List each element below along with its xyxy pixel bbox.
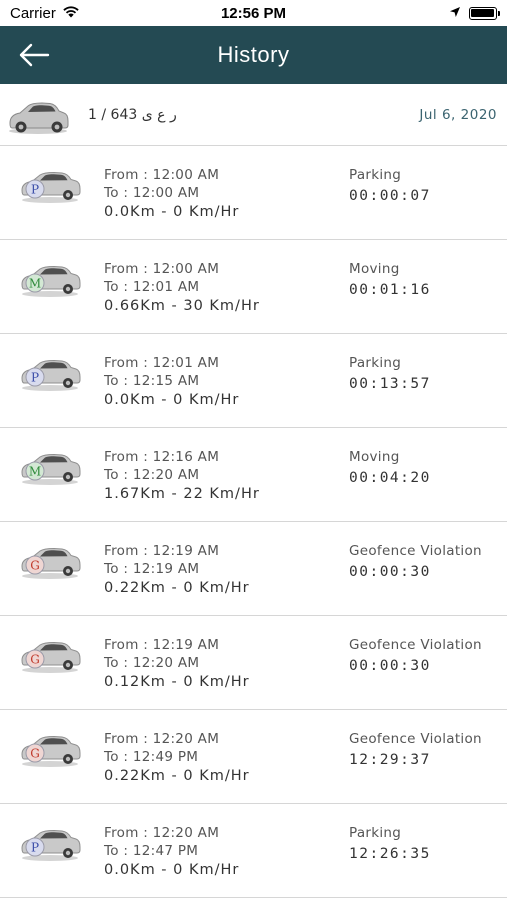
- status-bar: Carrier 12:56 PM: [0, 0, 507, 26]
- status-badge-letter: G: [30, 747, 40, 761]
- to-time: To : 12:20 AM: [104, 467, 200, 483]
- status-label: Moving: [349, 449, 400, 465]
- car-status-icon: G: [16, 728, 82, 772]
- status-label: Parking: [349, 825, 402, 841]
- from-time: From : 12:16 AM: [104, 449, 220, 465]
- status-label: Parking: [349, 355, 402, 371]
- distance-speed: 0.0Km - 0 Km/Hr: [104, 204, 240, 220]
- status-label: Geofence Violation: [349, 637, 482, 653]
- from-time: From : 12:20 AM: [104, 825, 220, 841]
- history-list: P From : 12:00 AM To : 12:00 AM 0.0Km - …: [0, 146, 507, 898]
- car-status-icon: P: [16, 352, 82, 396]
- status-column: Parking 12:26:35: [349, 824, 431, 866]
- vehicle-header: ر ع ى 643 / 1 Jul 6, 2020: [0, 84, 507, 146]
- car-status-icon: M: [16, 446, 82, 490]
- duration: 00:04:20: [349, 470, 431, 486]
- time-range: From : 12:20 AM To : 12:47 PM 0.0Km - 0 …: [104, 824, 239, 880]
- time-range: From : 12:19 AM To : 12:20 AM 0.12Km - 0…: [104, 636, 250, 692]
- status-badge-letter: M: [29, 465, 41, 479]
- status-column: Moving 00:04:20: [349, 448, 431, 490]
- status-column: Parking 00:13:57: [349, 354, 431, 396]
- status-badge-letter: P: [31, 183, 39, 197]
- status-badge-letter: P: [31, 371, 39, 385]
- distance-speed: 0.66Km - 30 Km/Hr: [104, 298, 260, 314]
- to-time: To : 12:47 PM: [104, 843, 199, 859]
- from-time: From : 12:00 AM: [104, 261, 220, 277]
- history-date[interactable]: Jul 6, 2020: [419, 107, 497, 123]
- status-label: Moving: [349, 261, 400, 277]
- time-range: From : 12:20 AM To : 12:49 PM 0.22Km - 0…: [104, 730, 250, 786]
- from-time: From : 12:01 AM: [104, 355, 220, 371]
- back-button[interactable]: [14, 36, 54, 74]
- from-time: From : 12:19 AM: [104, 543, 220, 559]
- status-label: Geofence Violation: [349, 543, 482, 559]
- status-column: Geofence Violation 00:00:30: [349, 636, 482, 678]
- history-row[interactable]: M From : 12:00 AM To : 12:01 AM 0.66Km -…: [0, 240, 507, 334]
- battery-icon: [468, 6, 500, 20]
- vehicle-plate: ر ع ى 643 / 1: [88, 106, 177, 123]
- time-range: From : 12:00 AM To : 12:01 AM 0.66Km - 3…: [104, 260, 260, 316]
- history-row[interactable]: G From : 12:19 AM To : 12:19 AM 0.22Km -…: [0, 522, 507, 616]
- time-range: From : 12:19 AM To : 12:19 AM 0.22Km - 0…: [104, 542, 250, 598]
- history-row[interactable]: P From : 12:01 AM To : 12:15 AM 0.0Km - …: [0, 334, 507, 428]
- from-time: From : 12:00 AM: [104, 167, 220, 183]
- status-bar-left: Carrier: [10, 5, 160, 22]
- distance-speed: 0.22Km - 0 Km/Hr: [104, 580, 250, 596]
- status-badge-letter: G: [30, 559, 40, 573]
- duration: 00:13:57: [349, 376, 431, 392]
- car-status-icon: P: [16, 822, 82, 866]
- status-badge-letter: P: [31, 841, 39, 855]
- time-range: From : 12:00 AM To : 12:00 AM 0.0Km - 0 …: [104, 166, 239, 222]
- from-time: From : 12:20 AM: [104, 731, 220, 747]
- status-bar-right: [347, 5, 500, 22]
- status-badge-letter: G: [30, 653, 40, 667]
- distance-speed: 0.0Km - 0 Km/Hr: [104, 392, 240, 408]
- duration: 00:00:07: [349, 188, 431, 204]
- car-status-icon: M: [16, 258, 82, 302]
- time-range: From : 12:16 AM To : 12:20 AM 1.67Km - 2…: [104, 448, 260, 504]
- to-time: To : 12:19 AM: [104, 561, 200, 577]
- status-badge-letter: M: [29, 277, 41, 291]
- nav-bar: History: [0, 26, 507, 84]
- to-time: To : 12:15 AM: [104, 373, 200, 389]
- distance-speed: 1.67Km - 22 Km/Hr: [104, 486, 260, 502]
- duration: 12:29:37: [349, 752, 431, 768]
- status-label: Geofence Violation: [349, 731, 482, 747]
- duration: 00:00:30: [349, 564, 431, 580]
- history-row[interactable]: G From : 12:19 AM To : 12:20 AM 0.12Km -…: [0, 616, 507, 710]
- status-column: Geofence Violation 00:00:30: [349, 542, 482, 584]
- history-row[interactable]: P From : 12:20 AM To : 12:47 PM 0.0Km - …: [0, 804, 507, 898]
- distance-speed: 0.12Km - 0 Km/Hr: [104, 674, 250, 690]
- status-label: Parking: [349, 167, 402, 183]
- car-icon: [9, 101, 69, 134]
- page-title: History: [217, 42, 290, 67]
- back-arrow-icon: [19, 43, 50, 67]
- distance-speed: 0.22Km - 0 Km/Hr: [104, 768, 250, 784]
- duration: 00:01:16: [349, 282, 431, 298]
- duration: 12:26:35: [349, 846, 431, 862]
- wifi-icon: [62, 5, 80, 22]
- history-row[interactable]: P From : 12:00 AM To : 12:00 AM 0.0Km - …: [0, 146, 507, 240]
- from-time: From : 12:19 AM: [104, 637, 220, 653]
- status-column: Parking 00:00:07: [349, 166, 431, 208]
- time-range: From : 12:01 AM To : 12:15 AM 0.0Km - 0 …: [104, 354, 239, 410]
- status-column: Geofence Violation 12:29:37: [349, 730, 482, 772]
- car-status-icon: G: [16, 634, 82, 678]
- history-row[interactable]: M From : 12:16 AM To : 12:20 AM 1.67Km -…: [0, 428, 507, 522]
- carrier-label: Carrier: [10, 4, 56, 22]
- history-row[interactable]: G From : 12:20 AM To : 12:49 PM 0.22Km -…: [0, 710, 507, 804]
- status-column: Moving 00:01:16: [349, 260, 431, 302]
- to-time: To : 12:00 AM: [104, 185, 200, 201]
- distance-speed: 0.0Km - 0 Km/Hr: [104, 862, 240, 878]
- to-time: To : 12:49 PM: [104, 749, 199, 765]
- car-status-icon: G: [16, 540, 82, 584]
- to-time: To : 12:20 AM: [104, 655, 200, 671]
- clock: 12:56 PM: [220, 4, 287, 22]
- car-status-icon: P: [16, 164, 82, 208]
- to-time: To : 12:01 AM: [104, 279, 200, 295]
- duration: 00:00:30: [349, 658, 431, 674]
- location-arrow-icon: [449, 5, 461, 22]
